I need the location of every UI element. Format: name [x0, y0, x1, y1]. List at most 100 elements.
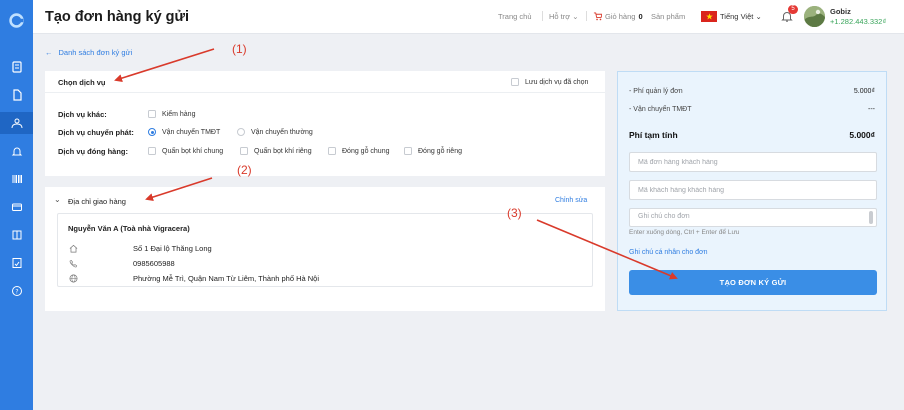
- box-icon: [12, 230, 21, 240]
- option-ecommerce-shipping[interactable]: Vận chuyển TMĐT: [148, 128, 220, 136]
- option-label: Vận chuyển TMĐT: [162, 128, 221, 136]
- sidebar-item-barcode[interactable]: [0, 168, 33, 190]
- address-street: Số 1 Đại lộ Thăng Long: [133, 244, 212, 253]
- option-label: Đóng gỗ chung: [342, 147, 390, 155]
- sidebar-item-dashboard[interactable]: [0, 56, 33, 78]
- app-logo-icon[interactable]: [8, 12, 25, 29]
- edit-address-link[interactable]: Chỉnh sửa: [555, 197, 587, 204]
- cart-icon: [593, 12, 602, 21]
- report-icon: [12, 258, 21, 268]
- checkbox[interactable]: [328, 147, 336, 155]
- checkbox[interactable]: [148, 147, 156, 155]
- service-panel: Chọn dịch vụ Lưu dịch vụ đã chọn Dịch vụ…: [45, 71, 605, 176]
- option-private-wooden-crate[interactable]: Đóng gỗ riêng: [404, 147, 462, 155]
- shipping-fee-value: ---: [868, 106, 875, 113]
- option-label: Đóng gỗ riêng: [418, 147, 462, 155]
- user-name: Gobiz: [830, 7, 851, 16]
- sidebar-item-consignment[interactable]: [0, 112, 33, 134]
- order-summary-panel: - Phí quản lý đơn 5.000₫ - Vận chuyển TMĐ…: [617, 71, 887, 311]
- home-icon: [69, 244, 78, 253]
- chevron-down-icon: ⌄: [755, 12, 762, 21]
- sidebar-item-help[interactable]: ?: [0, 280, 33, 302]
- annotation-label-2: (2): [237, 163, 252, 177]
- save-service-toggle[interactable]: Lưu dịch vụ đã chọn: [511, 78, 588, 86]
- checkbox[interactable]: [240, 147, 248, 155]
- management-fee-value: 5.000₫: [853, 88, 875, 95]
- sidebar-item-wallet[interactable]: [0, 196, 33, 218]
- header-divider: [586, 11, 587, 21]
- save-service-label: Lưu dịch vụ đã chọn: [525, 78, 589, 86]
- shipping-fee-row: - Vận chuyển TMĐT ---: [629, 106, 875, 113]
- option-inspection[interactable]: Kiểm hàng: [148, 110, 195, 118]
- file-icon: [12, 89, 22, 101]
- address-card: Nguyễn Văn A (Toà nhà Vigracera) Số 1 Đạ…: [57, 213, 593, 287]
- avatar-image-icon: [804, 6, 825, 27]
- option-label: Vận chuyển thường: [251, 128, 313, 136]
- svg-text:?: ?: [15, 288, 18, 295]
- chevron-down-icon[interactable]: ⌄: [54, 195, 61, 204]
- globe-icon: [69, 274, 78, 283]
- option-shared-bubble-wrap[interactable]: Quấn bọt khí chung: [148, 147, 223, 155]
- page-title: Tạo đơn hàng ký gửi: [45, 9, 190, 25]
- estimated-total-value: 5.000₫: [849, 130, 875, 140]
- document-list-icon: [11, 61, 22, 73]
- language-selector[interactable]: Tiếng Việt ⌄: [720, 12, 762, 21]
- barcode-icon: [12, 175, 22, 183]
- service-panel-header: Chọn dịch vụ Lưu dịch vụ đã chọn: [45, 71, 605, 93]
- checkbox[interactable]: [148, 110, 156, 118]
- note-hint: Enter xuống dòng, Ctrl + Enter để Lưu: [629, 229, 740, 236]
- bell-icon: [11, 147, 22, 156]
- checkbox[interactable]: [404, 147, 412, 155]
- radio-selected[interactable]: [148, 128, 156, 136]
- chevron-down-icon: ⌄: [572, 12, 579, 21]
- annotation-label-3: (3): [507, 206, 522, 220]
- customer-order-code-input[interactable]: [629, 152, 877, 172]
- nav-products-link[interactable]: Sản phẩm: [651, 12, 685, 21]
- customer-code-input[interactable]: [629, 180, 877, 200]
- shipping-fee-label: - Vận chuyển TMĐT: [629, 106, 692, 113]
- service-panel-title: Chọn dịch vụ: [58, 78, 106, 87]
- packing-services-label: Dịch vụ đóng hàng:: [58, 147, 128, 156]
- back-to-list-link[interactable]: Danh sách đơn ký gửi: [59, 48, 133, 57]
- phone-icon: [69, 259, 78, 268]
- nav-cart-link[interactable]: Giỏ hàng 0: [593, 12, 643, 21]
- language-label: Tiếng Việt: [720, 12, 754, 21]
- option-standard-shipping[interactable]: Vận chuyển thường: [237, 128, 313, 136]
- breadcrumb[interactable]: ← Danh sách đơn ký gửi: [45, 48, 132, 57]
- address-area: Phường Mễ Trì, Quận Nam Từ Liêm, Thành p…: [133, 274, 320, 283]
- address-phone: 0985605988: [133, 259, 175, 268]
- sidebar-item-reports[interactable]: [0, 252, 33, 274]
- sidebar-item-inventory[interactable]: [0, 224, 33, 246]
- option-shared-wooden-crate[interactable]: Đóng gỗ chung: [328, 147, 389, 155]
- sidebar-item-orders[interactable]: [0, 84, 33, 106]
- management-fee-row: - Phí quản lý đơn 5.000₫: [629, 88, 875, 95]
- other-services-label: Dịch vụ khác:: [58, 110, 107, 119]
- avatar[interactable]: [804, 6, 825, 27]
- address-panel-title: Địa chỉ giao hàng: [68, 197, 126, 206]
- cart-count: 0: [638, 12, 643, 21]
- nav-support-label: Hỗ trợ: [549, 12, 571, 21]
- save-service-checkbox[interactable]: [511, 78, 519, 86]
- order-note-textarea[interactable]: [629, 208, 877, 227]
- option-label: Kiểm hàng: [162, 110, 196, 118]
- annotation-label-1: (1): [232, 42, 247, 56]
- radio[interactable]: [237, 128, 245, 136]
- management-fee-label: - Phí quản lý đơn: [629, 88, 683, 95]
- option-private-bubble-wrap[interactable]: Quấn bọt khí riêng: [240, 147, 312, 155]
- create-consignment-order-button[interactable]: TẠO ĐƠN KÝ GỬI: [629, 270, 877, 295]
- sidebar: ?: [0, 0, 33, 410]
- vietnam-flag-icon: [701, 11, 717, 22]
- estimated-total-row: Phí tạm tính 5.000₫: [629, 130, 875, 140]
- estimated-total-label: Phí tạm tính: [629, 130, 678, 140]
- arrow-left-icon: ←: [45, 48, 53, 57]
- shipping-services-label: Dịch vụ chuyển phát:: [58, 128, 134, 137]
- sidebar-item-notifications[interactable]: [0, 140, 33, 162]
- personal-note-link[interactable]: Ghi chú cá nhân cho đơn: [629, 249, 708, 256]
- user-balance: +1.282.443.332₫: [830, 17, 887, 26]
- users-icon: [11, 118, 22, 129]
- nav-support-link[interactable]: Hỗ trợ ⌄: [549, 12, 579, 21]
- nav-home-link[interactable]: Trang chủ: [498, 12, 532, 21]
- option-label: Quấn bọt khí riêng: [254, 147, 312, 155]
- textarea-scrollbar[interactable]: [869, 211, 873, 224]
- help-icon: ?: [11, 286, 22, 296]
